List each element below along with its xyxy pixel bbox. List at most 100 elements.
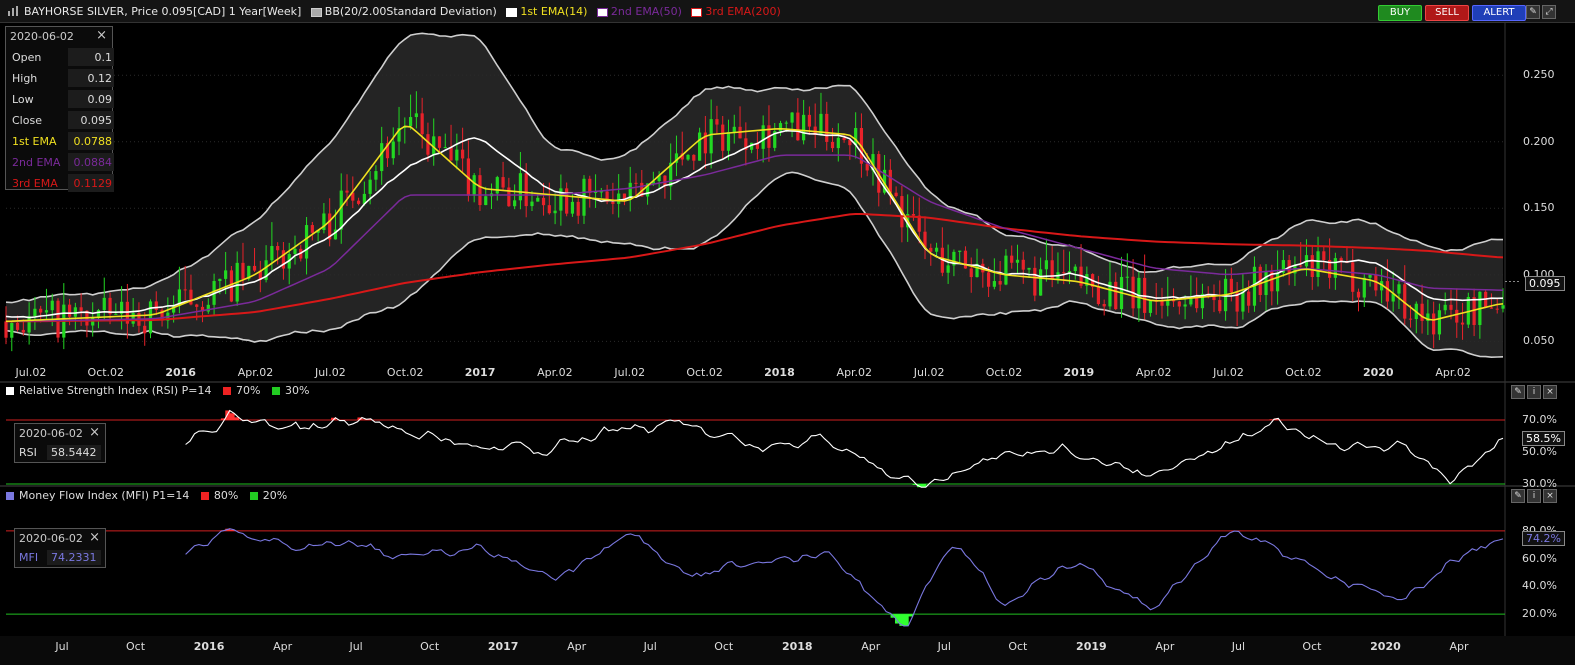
candle-body	[778, 123, 783, 132]
candle-body	[888, 169, 892, 193]
ohlc-date: 2020-06-02	[10, 30, 74, 43]
price-x-tick: Jul.02	[314, 366, 346, 379]
candle-body	[426, 134, 430, 155]
rsi-axis-tick: 70.0%	[1522, 413, 1557, 426]
sell-button[interactable]: SELL	[1425, 5, 1469, 21]
ohlc-key: Low	[12, 93, 34, 106]
bottom-x-tick: 2020	[1370, 640, 1401, 653]
candle-body	[992, 281, 996, 287]
candle-body	[449, 147, 453, 161]
ohlc-key: Open	[12, 51, 42, 64]
candle-body	[1062, 272, 1066, 274]
candle-body	[241, 262, 245, 279]
candle-body	[154, 301, 158, 310]
candle-body	[911, 214, 916, 216]
bottom-x-tick: Apr	[861, 640, 881, 653]
rsi-info-icon[interactable]: i	[1527, 385, 1541, 399]
candle-body	[1495, 308, 1499, 310]
candle-body	[998, 281, 1002, 285]
ema3-legend-swatch	[691, 7, 703, 17]
candle-body	[1114, 281, 1118, 310]
candle-body	[380, 143, 384, 172]
candle-body	[1368, 274, 1372, 278]
candle-body	[67, 304, 72, 317]
candle-body	[611, 201, 615, 204]
mfi-box-close-icon[interactable]: ×	[89, 530, 100, 545]
price-x-tick: Apr.02	[237, 366, 274, 379]
ema2-legend-swatch	[596, 7, 608, 17]
candle-body	[565, 188, 569, 214]
bottom-x-tick: Apr	[567, 640, 587, 653]
candle-body	[131, 312, 135, 324]
candle-body	[836, 137, 840, 149]
chart-header: BAYHORSE SILVER, Price 0.095[CAD] 1 Year…	[0, 0, 1575, 23]
candle-body	[27, 316, 31, 333]
rsi-upper-label: 70%	[236, 384, 261, 397]
mfi-close-icon[interactable]: ×	[1543, 489, 1557, 503]
mfi-upper-label: 80%	[213, 489, 239, 502]
rsi-close-icon[interactable]: ×	[1543, 385, 1557, 399]
mfi-settings-icon[interactable]: ✎	[1511, 489, 1525, 503]
candle-body	[1322, 251, 1326, 261]
ohlc-key: Close	[12, 114, 42, 127]
mfi-info-box: 2020-06-02 × MFI 74.2331	[14, 528, 106, 568]
ohlc-value: 0.1	[94, 51, 113, 64]
price-x-tick: Jul.02	[1213, 366, 1244, 379]
candle-body	[1033, 267, 1037, 296]
ohlc-row: Close 0.095	[10, 110, 114, 130]
mfi-upper-swatch	[200, 492, 209, 500]
candle-body	[189, 289, 193, 305]
ema2-legend-label: 2nd EMA(50)	[610, 5, 682, 18]
buy-button[interactable]: BUY	[1378, 5, 1422, 21]
ema3-legend-label: 3rd EMA(200)	[705, 5, 781, 18]
candle-body	[270, 246, 274, 261]
price-x-tick: Apr.02	[537, 366, 573, 379]
candle-body	[1183, 304, 1187, 307]
candle-body	[218, 278, 222, 282]
candle-body	[1385, 281, 1390, 302]
bottom-x-tick: Oct	[1302, 640, 1322, 653]
bottom-x-tick: Apr	[1449, 640, 1469, 653]
mfi-oversold-fill	[903, 614, 909, 626]
candle-body	[501, 177, 505, 188]
candle-body	[1096, 286, 1101, 305]
settings-wrench-icon[interactable]: ✎	[1526, 5, 1540, 19]
candle-body	[1102, 304, 1106, 307]
expand-icon[interactable]: ⤢	[1542, 5, 1556, 19]
close-icon[interactable]: ×	[96, 28, 107, 43]
mfi-info-icon[interactable]: i	[1527, 489, 1541, 503]
candle-body	[1021, 259, 1025, 270]
price-x-tick: 2016	[165, 366, 196, 379]
ema1-legend-swatch	[506, 7, 518, 17]
alert-button[interactable]: ALERT	[1472, 5, 1526, 21]
chart-type-icon[interactable]	[7, 5, 19, 17]
rsi-box-close-icon[interactable]: ×	[89, 425, 100, 440]
candle-body	[1039, 269, 1043, 296]
candle-body	[929, 247, 933, 252]
candle-body	[842, 137, 846, 141]
candle-body	[807, 114, 812, 127]
candle-body	[420, 113, 424, 135]
candle-body	[1489, 307, 1494, 309]
ohlc-row: Open 0.1	[10, 47, 114, 67]
candle-body	[1044, 260, 1048, 270]
candle-body	[721, 124, 725, 151]
buy-label: BUY	[1389, 7, 1411, 18]
rsi-settings-icon[interactable]: ✎	[1511, 385, 1525, 399]
candle-body	[414, 113, 418, 118]
ohlc-row: Low 0.09	[10, 89, 114, 109]
candle-body	[10, 322, 14, 338]
candle-body	[524, 173, 528, 207]
mfi-title-text: Money Flow Index (MFI) P1=14	[19, 489, 190, 502]
candle-body	[1397, 284, 1401, 294]
candle-body	[958, 250, 962, 252]
ohlc-row: High 0.12	[10, 68, 114, 88]
rsi-current-tag: 58.5%	[1522, 431, 1565, 446]
candle-body	[825, 113, 829, 142]
candle-body	[1015, 259, 1020, 263]
ema1-legend-label: 1st EMA(14)	[520, 5, 588, 18]
candle-body	[1218, 300, 1222, 312]
price-axis-tick: 0.200	[1523, 134, 1555, 148]
candle-body	[391, 141, 395, 159]
candle-body	[143, 325, 147, 334]
